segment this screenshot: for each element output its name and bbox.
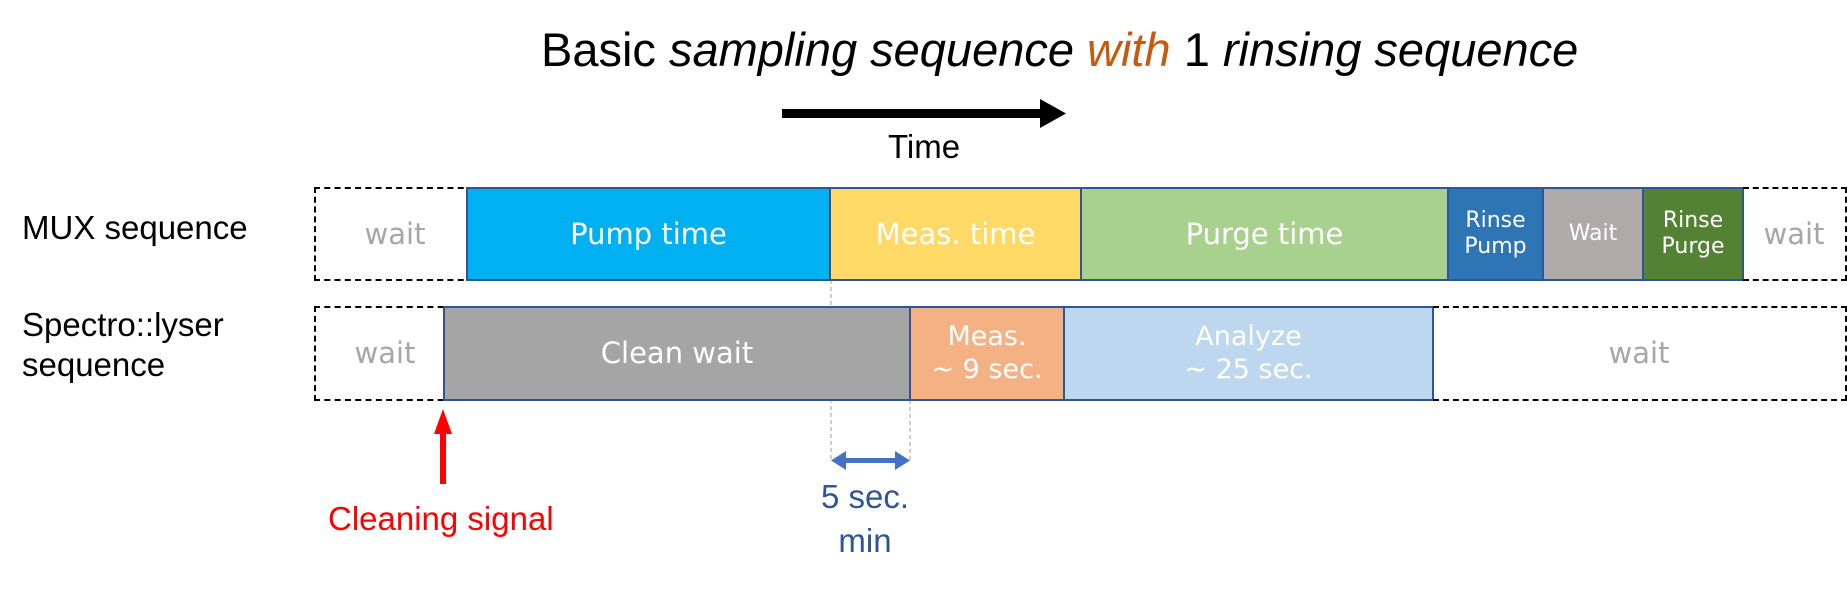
spectro-meas-duration: ~ 9 sec.: [931, 353, 1043, 385]
mux-purge-time: Purge time: [1080, 187, 1449, 281]
min-gap-label: 5 sec. min: [805, 475, 925, 563]
spectro-meas: Meas. ~ 9 sec.: [909, 306, 1065, 401]
row-label-mux: MUX sequence: [22, 209, 248, 246]
time-label: Time: [888, 128, 961, 165]
spectro-analyze-duration: ~ 25 sec.: [1184, 353, 1313, 385]
up-arrow-icon: [434, 409, 452, 484]
mux-pump-time: Pump time: [466, 187, 831, 281]
row-label-line1: Spectro::lyser: [22, 306, 224, 343]
mux-meas-time: Meas. time: [829, 187, 1082, 281]
spectro-meas-label: Meas.: [947, 321, 1027, 353]
mux-rinse-pump: Rinse Pump: [1447, 187, 1544, 281]
mux-wait: Wait: [1542, 187, 1644, 281]
mux-wait-end: wait: [1743, 187, 1847, 281]
spectro-wait-end: wait: [1433, 306, 1847, 401]
cleaning-signal-label: Cleaning signal: [328, 500, 554, 537]
min-gap-line2: min: [838, 522, 892, 559]
spectro-analyze: Analyze ~ 25 sec.: [1063, 306, 1434, 401]
min-gap-line1: 5 sec.: [820, 478, 910, 515]
time-arrow-icon: [782, 99, 1066, 128]
spectro-analyze-label: Analyze: [1195, 321, 1302, 353]
mux-wait-start: wait: [314, 187, 474, 281]
mux-rinse-purge: Rinse Purge: [1642, 187, 1744, 281]
spectro-clean-wait: Clean wait: [443, 306, 911, 401]
row-label-line2: sequence: [22, 346, 166, 383]
spectro-wait-start: wait: [314, 306, 454, 401]
row-label-spectrolyser: Spectro::lyser sequence: [22, 305, 224, 385]
double-headed-arrow-icon: [831, 451, 910, 470]
